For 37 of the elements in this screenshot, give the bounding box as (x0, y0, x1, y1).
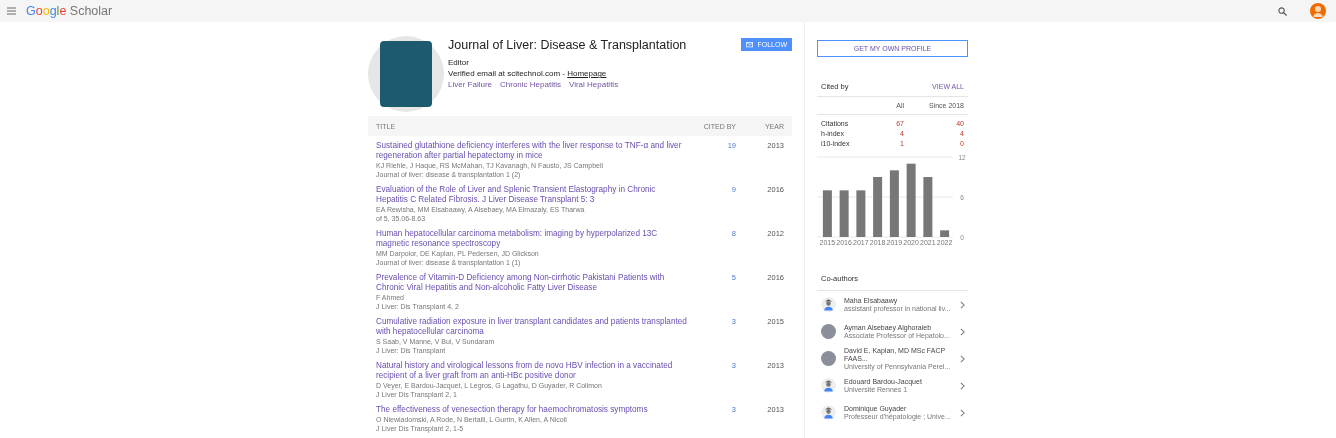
interest-link[interactable]: Viral Hepatitis (568, 79, 619, 91)
affiliation-text: Editor (448, 57, 470, 68)
photo-placeholder (821, 324, 836, 339)
interest-link[interactable]: Chronic Hepatitis (500, 79, 561, 91)
account-avatar-icon[interactable] (1310, 3, 1326, 19)
homepage-link[interactable]: Homepage (567, 69, 607, 78)
article-title-link[interactable]: Human hepatocellular carcinoma metabolism: imaging by hyperpolarized 13C magnetic resonance spectroscopy (376, 229, 698, 249)
menu-icon[interactable] (7, 7, 16, 15)
profile-name: Journal of Liver: Disease & Transplantation (448, 38, 687, 52)
mail-plus-icon (746, 41, 755, 48)
chart-bar[interactable] (822, 190, 832, 237)
search-icon[interactable] (1278, 6, 1287, 16)
article-title-link[interactable]: Prevalence of Vitamin-D Deficiency among Non-cirrhotic Pakistani Patients with Chronic Viral Hepatitis and Non-alcoholic Fatty Liver Disease (376, 273, 698, 293)
chart-bar[interactable] (923, 177, 933, 237)
verified-email-text: Verified email at scitechnol.com - (448, 69, 565, 78)
article-title-link[interactable]: Evaluation of the Role of Liver and Splenic Transient Elastography in Chronic Hepatitis C Related Fibrosis. J Liver Disease Transplant 5: 3 (376, 185, 698, 205)
chart-bar[interactable] (889, 170, 899, 237)
article-title-link[interactable]: Cumulative radiation exposure in liver transplant candidates and patients transplanted with hepatocellular carcinoma (376, 317, 698, 337)
chevron-right-icon[interactable] (960, 300, 965, 309)
person-silhouette-icon (821, 405, 836, 420)
chevron-right-icon[interactable] (960, 381, 965, 390)
chart-bar[interactable] (940, 230, 950, 237)
interest-link[interactable]: Liver Failure (448, 79, 492, 91)
article-title-link[interactable]: Sustained glutathione deficiency interferes with the liver response to TNF-α and liver regeneration after partial hepatectomy in mice (376, 141, 698, 161)
person-silhouette-icon (821, 378, 836, 393)
logo[interactable]: Google Scholar (26, 4, 113, 18)
chevron-right-icon[interactable] (960, 354, 965, 363)
chevron-right-icon[interactable] (960, 408, 965, 417)
chart-bar[interactable] (906, 163, 916, 237)
chart-bar[interactable] (839, 190, 849, 237)
photo-placeholder (821, 351, 836, 366)
chevron-right-icon[interactable] (960, 327, 965, 336)
chart-bar[interactable] (873, 177, 883, 237)
chart-bar[interactable] (856, 190, 866, 237)
person-silhouette-icon (821, 297, 836, 312)
article-title-link[interactable]: Natural history and virological lessons from de novo HBV infection in a vaccinated recipient of a liver graft from an anti-HBc positive donor (376, 361, 698, 381)
article-title-link[interactable]: The effectiveness of venesection therapy for haemochromatosis symptoms (376, 405, 698, 415)
